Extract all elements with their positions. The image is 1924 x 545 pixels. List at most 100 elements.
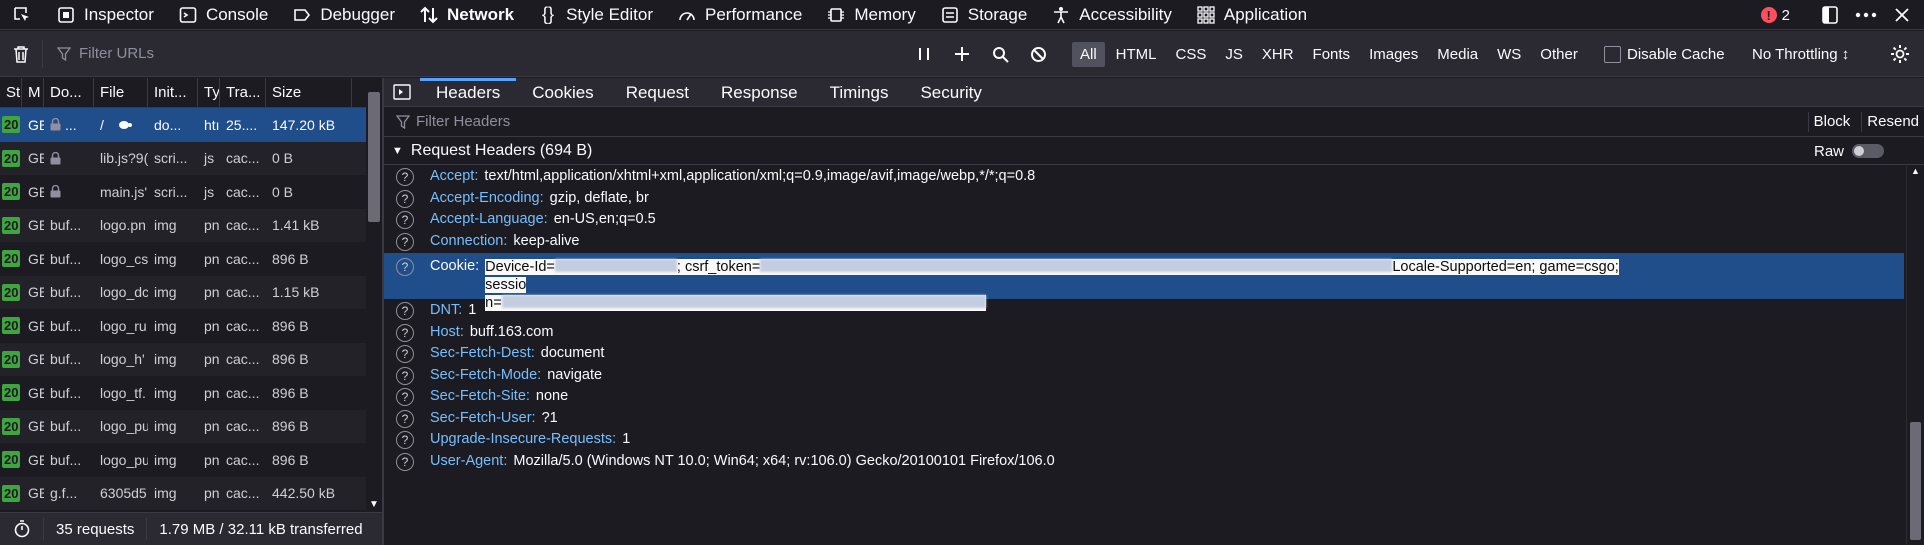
header-row[interactable]: ? Sec-Fetch-Mode: navigate [384, 365, 1904, 387]
type-filter-images[interactable]: Images [1361, 42, 1426, 67]
throttling-select[interactable]: No Throttling ↕ [1752, 31, 1849, 77]
header-value[interactable]: document [541, 345, 605, 361]
column-header[interactable]: Do... [44, 78, 94, 108]
tab-console[interactable]: Console [166, 0, 280, 30]
column-header[interactable]: Init... [148, 78, 198, 108]
column-header[interactable]: File [94, 78, 148, 108]
tab-cookies[interactable]: Cookies [516, 78, 609, 107]
gear-icon[interactable] [1880, 31, 1920, 77]
scroll-up-icon[interactable]: ▲ [1911, 166, 1920, 176]
header-row[interactable]: ? Accept-Encoding: gzip, deflate, br [384, 188, 1904, 210]
header-value[interactable]: en-US,en;q=0.5 [554, 211, 656, 227]
help-icon[interactable]: ? [396, 409, 414, 428]
element-picker-icon[interactable] [0, 0, 44, 30]
tab-headers[interactable]: Headers [420, 77, 517, 107]
dock-options-icon[interactable] [1816, 0, 1844, 30]
help-icon[interactable]: ? [396, 302, 414, 320]
tab-storage[interactable]: Storage [928, 0, 1040, 30]
table-row[interactable]: 20 GE buf... logo_tf. img pn cac... 896 B [0, 376, 382, 410]
tab-security[interactable]: Security [904, 78, 997, 107]
tab-application[interactable]: Application [1184, 0, 1319, 30]
cookie-value[interactable]: Device-Id=; csrf_token= Locale-Supported=… [485, 258, 1635, 312]
cookie-header-row[interactable]: ? Cookie: Device-Id=; csrf_token= Locale-… [384, 253, 1904, 311]
type-filter-ws[interactable]: WS [1489, 42, 1529, 67]
column-header[interactable]: M [22, 78, 44, 108]
header-row[interactable]: ? Accept: text/html,application/xhtml+xml,… [384, 166, 1904, 188]
toggle-sidebar-icon[interactable] [384, 84, 420, 100]
details-scrollbar[interactable]: ▲ [1906, 166, 1924, 545]
column-header[interactable]: Ty [198, 78, 220, 108]
stopwatch-icon[interactable] [0, 518, 44, 540]
table-row[interactable]: 20 GE buf... logo.pn img pn cac... 1.41 kB [0, 208, 382, 242]
header-value[interactable]: buff.163.com [470, 324, 554, 340]
expand-triangle-icon[interactable]: ▼ [392, 145, 403, 157]
request-list-scrollbar[interactable]: ▼ [366, 78, 382, 512]
type-filter-html[interactable]: HTML [1108, 42, 1165, 67]
filter-urls-input[interactable]: Filter URLs [42, 39, 882, 68]
tab-memory[interactable]: Memory [814, 0, 927, 30]
tab-network[interactable]: Network [407, 0, 526, 30]
scrollbar-thumb[interactable] [368, 92, 380, 222]
table-row[interactable]: 20 GE buf... logo_pu img pn cac... 896 B [0, 409, 382, 443]
tab-performance[interactable]: Performance [665, 0, 814, 30]
resend-button[interactable]: Resend [1861, 112, 1924, 132]
header-value[interactable]: keep-alive [513, 233, 579, 249]
header-value[interactable]: none [536, 388, 568, 404]
table-row[interactable]: 20 GE... / do... htı 25.... 147.20 kB [0, 108, 382, 142]
block-requests-icon[interactable] [1019, 46, 1057, 63]
column-header[interactable]: Tra... [220, 78, 266, 108]
help-icon[interactable]: ? [396, 431, 414, 449]
raw-toggle[interactable]: Raw [1814, 137, 1884, 165]
help-icon[interactable]: ? [396, 323, 414, 342]
table-row[interactable]: 20 GE buf... logo_h' img pn cac... 896 B [0, 342, 382, 376]
table-row[interactable]: 20 GE buf... logo_pu img pn cac... 896 B [0, 443, 382, 477]
add-request-icon[interactable] [943, 46, 981, 62]
type-filter-all[interactable]: All [1072, 41, 1105, 67]
tab-style-editor[interactable]: {} Style Editor [526, 0, 665, 30]
table-row[interactable]: 20 GE buf... logo_dc img pn cac... 1.15 kB [0, 275, 382, 309]
filter-headers-input[interactable]: Filter Headers Block Resend [384, 107, 1924, 137]
table-row[interactable]: 20 GE g.f... 6305d5 img pn cac... 442.50 kB [0, 476, 382, 510]
header-value[interactable]: 1 [622, 431, 630, 447]
more-options-icon[interactable] [1852, 0, 1880, 30]
type-filter-js[interactable]: JS [1217, 42, 1251, 67]
header-row[interactable]: ? Sec-Fetch-User: ?1 [384, 408, 1904, 430]
scrollbar-thumb[interactable] [1910, 422, 1921, 540]
header-value[interactable]: ?1 [542, 410, 558, 426]
tab-accessibility[interactable]: Accessibility [1039, 0, 1184, 30]
help-icon[interactable]: ? [396, 189, 414, 208]
close-icon[interactable] [1888, 0, 1916, 30]
header-value[interactable]: 1 [468, 302, 476, 318]
clear-requests-trash-icon[interactable] [0, 44, 42, 64]
tab-timings[interactable]: Timings [814, 78, 905, 107]
scroll-down-icon[interactable]: ▼ [369, 499, 379, 510]
tab-response[interactable]: Response [705, 78, 814, 107]
header-row[interactable]: ? Upgrade-Insecure-Requests: 1 [384, 429, 1904, 451]
pause-icon[interactable] [905, 46, 943, 62]
help-icon[interactable]: ? [396, 258, 414, 276]
tab-debugger[interactable]: Debugger [280, 0, 407, 30]
disable-cache-checkbox[interactable]: Disable Cache [1604, 31, 1725, 77]
checkbox-box[interactable] [1604, 45, 1621, 63]
column-header[interactable]: St [0, 78, 22, 108]
search-icon[interactable] [981, 46, 1019, 63]
header-value[interactable]: gzip, deflate, br [550, 190, 649, 206]
table-row[interactable]: 20 GE buf... logo_ru img pn cac... 896 B [0, 309, 382, 343]
header-row[interactable]: ? Sec-Fetch-Site: none [384, 386, 1904, 408]
help-icon[interactable]: ? [396, 388, 414, 406]
help-icon[interactable]: ? [396, 211, 414, 229]
type-filter-xhr[interactable]: XHR [1254, 42, 1302, 67]
help-icon[interactable]: ? [396, 366, 414, 385]
help-icon[interactable]: ? [396, 232, 414, 251]
header-row[interactable]: ? Host: buff.163.com [384, 322, 1904, 344]
table-row[interactable]: 20 GE main.js' scri... js cac... 0 B [0, 175, 382, 209]
header-row[interactable]: ? Sec-Fetch-Dest: document [384, 343, 1904, 365]
table-row[interactable]: 20 GE buf... logo_cs img pn cac... 896 B [0, 242, 382, 276]
help-icon[interactable]: ? [396, 168, 414, 186]
error-count-badge[interactable]: ! 2 [1760, 7, 1790, 24]
type-filter-other[interactable]: Other [1532, 42, 1586, 67]
help-icon[interactable]: ? [396, 345, 414, 363]
header-row[interactable]: ? Connection: keep-alive [384, 231, 1904, 253]
block-button[interactable]: Block [1807, 112, 1856, 132]
type-filter-media[interactable]: Media [1429, 42, 1486, 67]
